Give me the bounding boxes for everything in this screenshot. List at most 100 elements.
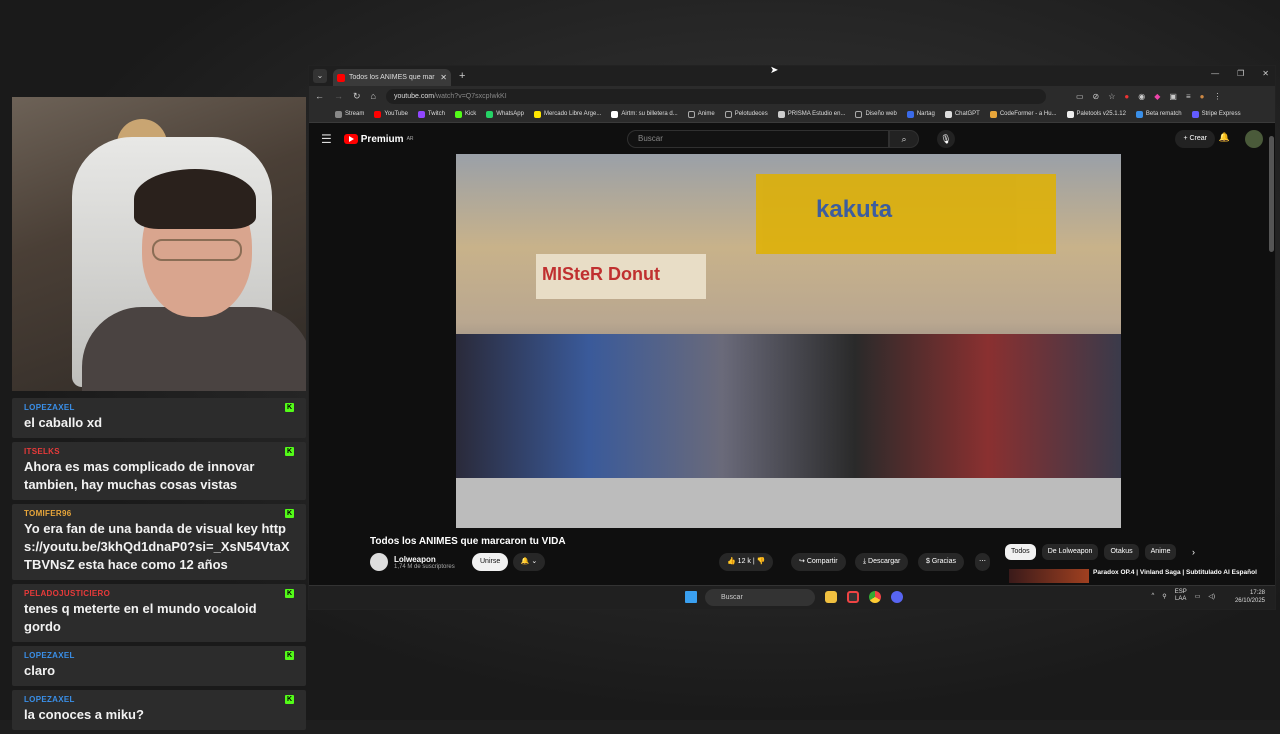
video-frame-road xyxy=(456,478,1121,528)
search-input[interactable]: Buscar xyxy=(627,130,889,148)
taskbar-search[interactable]: Buscar xyxy=(705,589,815,606)
search-icon[interactable]: ⌕ xyxy=(889,130,919,148)
bookmark-item[interactable]: Beta rematch xyxy=(1135,110,1182,118)
notifications-bell-icon[interactable]: 🔔 xyxy=(1219,132,1230,143)
chat-text: la conoces a miku? xyxy=(24,707,144,722)
recommendation-chips: Todos De Lolweapon Otakus Anime xyxy=(1005,544,1177,560)
tray-chevron-icon[interactable]: ^ xyxy=(1151,593,1154,599)
scrollbar[interactable] xyxy=(1269,136,1274,252)
share-button[interactable]: ↪ Compartir xyxy=(791,553,846,571)
chat-username: TOMIFER96 xyxy=(24,509,72,518)
bookmark-item[interactable]: Stripe Express xyxy=(1191,110,1241,118)
bookmark-item[interactable]: WhatsApp xyxy=(486,110,524,118)
tab-youtube[interactable]: Todos los ANIMES que mar ✕ xyxy=(333,69,451,86)
kick-icon: K xyxy=(285,695,294,704)
bookmark-item[interactable]: PRISMA Estudio en... xyxy=(777,110,845,118)
download-button[interactable]: ⤓ Descargar xyxy=(855,553,909,571)
star-icon[interactable]: ☆ xyxy=(1108,92,1115,101)
bookmark-item[interactable]: Stream xyxy=(335,110,364,118)
cast-icon[interactable]: ▭ xyxy=(1076,92,1084,101)
tab-bar: ⌄ Todos los ANIMES que mar ✕ + — ❐ ✕ xyxy=(309,66,1275,86)
bookmark-item[interactable]: Paletools v25.1.12 xyxy=(1066,110,1126,118)
back-button[interactable]: ← xyxy=(315,91,324,101)
logo-region: AR xyxy=(406,136,414,142)
close-tab-icon[interactable]: ✕ xyxy=(440,73,447,82)
channel-avatar[interactable] xyxy=(370,553,388,571)
reload-button[interactable]: ↻ xyxy=(353,91,361,102)
network-icon[interactable]: ▭ xyxy=(1195,593,1201,600)
volume-icon[interactable]: ◁) xyxy=(1208,593,1215,600)
bookmark-item[interactable]: CodeFormer - a Hu... xyxy=(989,110,1057,118)
discord-icon[interactable] xyxy=(891,591,903,603)
recommended-title[interactable]: Paradox OP.4 | Vinland Saga | Subtitulad… xyxy=(1093,569,1257,577)
bookmark-item[interactable]: Twitch xyxy=(417,110,445,118)
chat-username: LOPEZAXEL xyxy=(24,695,75,704)
like-button[interactable]: 👍 12 k | 👎 xyxy=(719,553,774,571)
video-title: Todos los ANIMES que marcaron tu VIDA xyxy=(370,536,566,547)
chat-message: LOPEZAXEL la conoces a miku? K xyxy=(12,690,306,730)
account-avatar[interactable] xyxy=(1245,130,1263,148)
channel-name[interactable]: Lolweapon xyxy=(394,555,455,564)
bookmark-folder[interactable]: Pelotudeces xyxy=(724,110,768,118)
create-button[interactable]: + Crear xyxy=(1175,130,1215,148)
chevron-right-icon[interactable]: › xyxy=(1192,547,1195,557)
microphone-icon[interactable]: 🎙 xyxy=(937,130,955,148)
clock-date: 26/10/2025 xyxy=(1234,598,1265,604)
chrome-icon[interactable] xyxy=(869,591,881,603)
eye-off-icon[interactable]: ⊘ xyxy=(1093,92,1100,101)
subscription-bell-button[interactable]: 🔔 ⌄ xyxy=(513,553,545,571)
clock[interactable]: 17:28 26/10/2025 xyxy=(1235,589,1265,605)
bookmark-item[interactable]: Mercado Libre Arge... xyxy=(533,110,601,118)
bookmark-folder[interactable]: Diseño web xyxy=(855,110,897,118)
bookmark-item[interactable]: Nartag xyxy=(906,110,935,118)
windows-start-icon[interactable] xyxy=(685,591,697,603)
taskbar: Buscar ^ ⚲ ESP LAA ▭ ◁) 17:28 26/10/2025 xyxy=(309,585,1275,609)
extension-icon[interactable]: ◉ xyxy=(1138,92,1145,101)
more-actions-button[interactable]: ⋯ xyxy=(975,553,990,571)
chip-otakus[interactable]: Otakus xyxy=(1104,544,1139,560)
hamburger-menu-icon[interactable]: ☰ xyxy=(321,132,332,146)
profile-icon[interactable]: ● xyxy=(1200,92,1205,101)
puzzle-icon[interactable]: ▣ xyxy=(1169,92,1177,101)
extension-icon[interactable]: ● xyxy=(1124,92,1129,101)
restore-button[interactable]: ❐ xyxy=(1237,69,1244,78)
extension-icon[interactable]: ◆ xyxy=(1154,92,1160,101)
chat-text: Yo era fan de una banda de visual key ht… xyxy=(24,521,290,572)
file-explorer-icon[interactable] xyxy=(825,591,837,603)
chat-username: LOPEZAXEL xyxy=(24,651,75,660)
video-player[interactable]: kakuta MISteR Donut xyxy=(456,154,1121,528)
youtube-logo[interactable]: Premium AR xyxy=(343,133,414,145)
close-window-button[interactable]: ✕ xyxy=(1262,69,1269,78)
recommended-video[interactable]: Paradox OP.4 | Vinland Saga | Subtitulad… xyxy=(1009,569,1259,583)
app-icon[interactable] xyxy=(847,591,859,603)
thanks-button[interactable]: $ Gracias xyxy=(918,553,964,571)
language-indicator[interactable]: ESP LAA xyxy=(1175,589,1187,603)
new-tab-button[interactable]: + xyxy=(459,70,465,82)
tray-app-icon[interactable]: ⚲ xyxy=(1162,593,1166,600)
video-frame-crowd xyxy=(456,334,1121,494)
mouse-cursor-icon: ➤ xyxy=(770,65,779,76)
forward-button[interactable]: → xyxy=(334,91,343,101)
menu-icon[interactable]: ⋮ xyxy=(1213,92,1221,101)
chat-message: TOMIFER96 Yo era fan de una banda de vis… xyxy=(12,504,306,580)
channel-info[interactable]: Lolweapon 1,74 M de suscriptores xyxy=(370,553,455,571)
bookmark-item[interactable]: Kick xyxy=(454,110,476,118)
logo-text: Premium xyxy=(360,133,404,145)
url-field[interactable]: youtube.com/watch?v=Q7sxcpIwkKI xyxy=(385,88,1046,104)
join-button[interactable]: Unirse xyxy=(472,553,509,571)
recommended-thumbnail[interactable] xyxy=(1009,569,1089,583)
bookmark-item[interactable]: ChatGPT xyxy=(944,110,980,118)
bookmark-item[interactable]: YouTube xyxy=(374,110,408,118)
tab-search-button[interactable]: ⌄ xyxy=(313,69,327,83)
bookmark-item[interactable]: Airtm: su billetera d... xyxy=(611,110,678,118)
kick-icon: K xyxy=(285,589,294,598)
chip-de-lolweapon[interactable]: De Lolweapon xyxy=(1041,544,1099,560)
bookmark-folder[interactable]: Anime xyxy=(687,110,715,118)
chat-text: tenes q meterte en el mundo vocaloid gor… xyxy=(24,601,257,634)
chip-anime[interactable]: Anime xyxy=(1144,544,1177,560)
url-host: youtube.com xyxy=(393,92,435,100)
tab-strip-icon[interactable]: ≡ xyxy=(1186,92,1191,101)
home-button[interactable]: ⌂ xyxy=(371,91,376,101)
chip-todos[interactable]: Todos xyxy=(1005,544,1036,560)
minimize-button[interactable]: — xyxy=(1211,69,1219,78)
